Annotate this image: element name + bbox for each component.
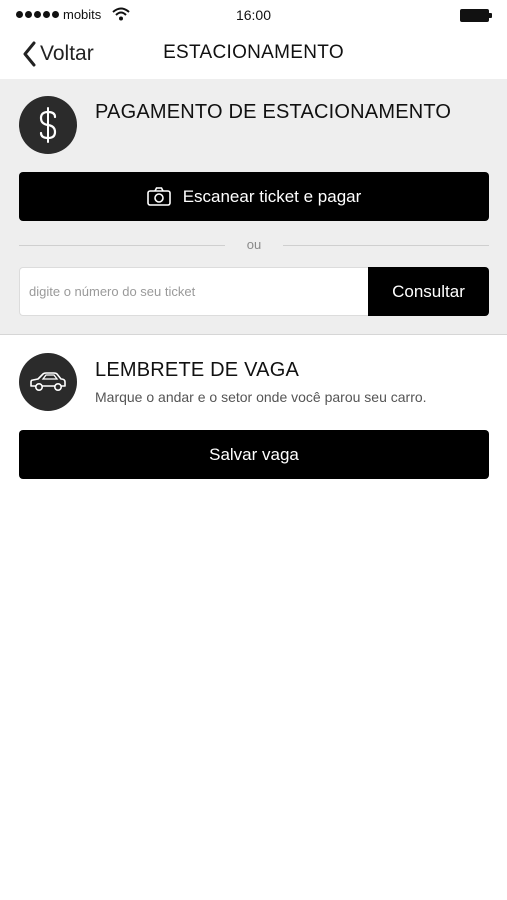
or-divider: ou: [19, 236, 489, 254]
consult-button[interactable]: Consultar: [368, 267, 489, 316]
payment-section-title: PAGAMENTO DE ESTACIONAMENTO: [95, 101, 452, 123]
status-bar: mobits 16:00: [0, 0, 507, 30]
status-time: 16:00: [235, 7, 272, 23]
ticket-lookup-row: Consultar: [19, 267, 489, 316]
scan-ticket-button[interactable]: Escanear ticket e pagar: [19, 172, 489, 221]
dollar-icon: [19, 96, 77, 154]
save-spot-button[interactable]: Salvar vaga: [19, 430, 489, 479]
nav-bar: Voltar ESTACIONAMENTO: [0, 30, 507, 78]
camera-icon: [146, 187, 171, 206]
reminder-section-title: LEMBRETE DE VAGA: [95, 359, 299, 381]
scan-ticket-label: Escanear ticket e pagar: [182, 186, 362, 206]
reminder-description: Marque o andar e o setor onde você parou…: [95, 389, 427, 405]
page-title: ESTACIONAMENTO: [163, 42, 344, 63]
battery-icon: [460, 9, 492, 22]
parking-payment-section: PAGAMENTO DE ESTACIONAMENTO Escanear tic…: [0, 79, 507, 335]
ticket-number-input[interactable]: [19, 267, 369, 316]
car-icon: [19, 353, 77, 411]
save-spot-label: Salvar vaga: [209, 444, 299, 464]
consult-button-label: Consultar: [392, 281, 465, 301]
parking-reminder-section: LEMBRETE DE VAGA Marque o andar e o seto…: [0, 336, 507, 496]
